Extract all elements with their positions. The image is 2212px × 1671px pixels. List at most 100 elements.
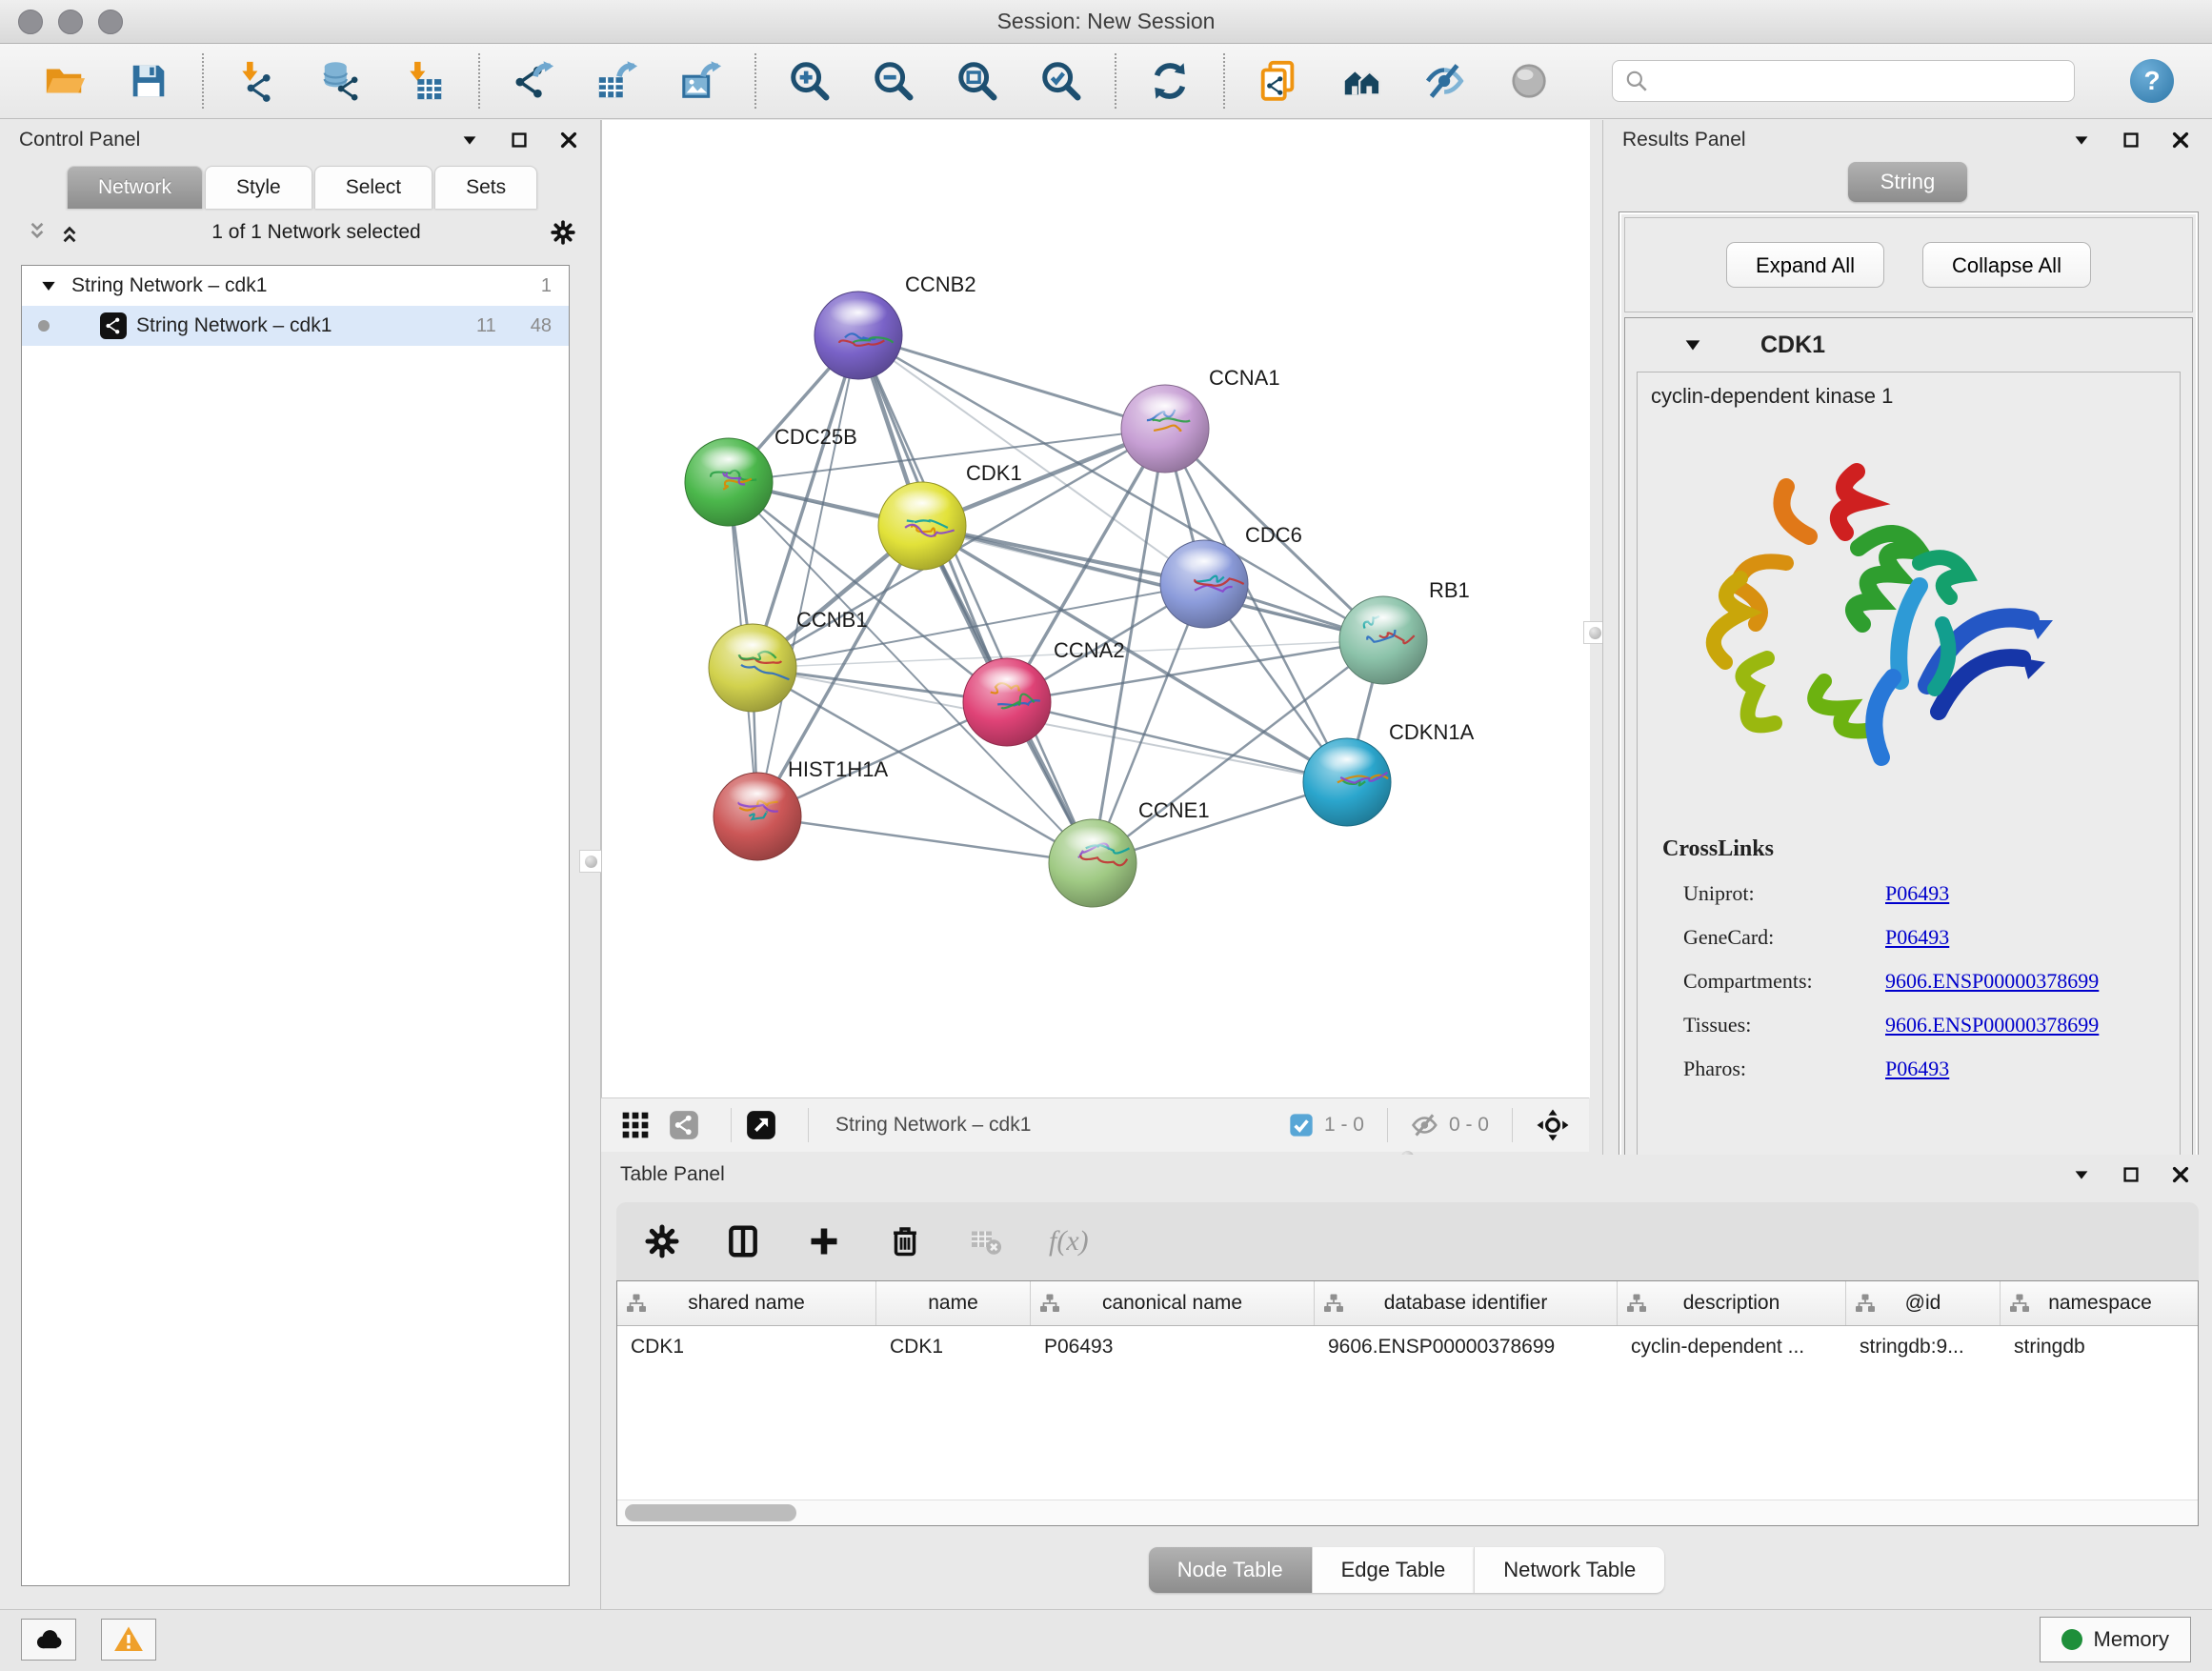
first-neighbors-button[interactable] xyxy=(1340,59,1384,103)
crosslink-link[interactable]: P06493 xyxy=(1885,925,1949,949)
network-row[interactable]: String Network – cdk1 11 48 xyxy=(22,306,569,346)
column-header-name[interactable]: name xyxy=(876,1281,1031,1325)
zoom-out-button[interactable] xyxy=(872,59,915,103)
node-RB1[interactable] xyxy=(1339,596,1427,684)
table-row[interactable]: CDK1CDK1P064939606.ENSP00000378699cyclin… xyxy=(617,1326,2198,1368)
search-input[interactable] xyxy=(1657,69,2062,93)
tab-node-table[interactable]: Node Table xyxy=(1149,1547,1312,1593)
column-header-shared-name[interactable]: shared name xyxy=(617,1281,876,1325)
open-session-button[interactable] xyxy=(43,59,87,103)
node-CCNB1[interactable] xyxy=(709,624,796,712)
save-session-button[interactable] xyxy=(127,59,171,103)
column-header-database-identifier[interactable]: database identifier xyxy=(1315,1281,1618,1325)
results-float-icon[interactable] xyxy=(2119,128,2143,152)
tab-select[interactable]: Select xyxy=(314,166,432,209)
node-CDC25B[interactable] xyxy=(685,438,773,526)
table-menu-icon[interactable] xyxy=(2069,1162,2094,1187)
refresh-network-button[interactable] xyxy=(1148,59,1192,103)
toolbar-separator xyxy=(1223,53,1225,109)
zoom-fit-button[interactable] xyxy=(955,59,999,103)
tab-network[interactable]: Network xyxy=(67,166,203,209)
import-network-file-button[interactable] xyxy=(235,59,279,103)
table-close-icon[interactable] xyxy=(2168,1162,2193,1187)
import-table-file-button[interactable] xyxy=(403,59,447,103)
crosslink-link[interactable]: 9606.ENSP00000378699 xyxy=(1885,969,2099,993)
column-header-canonical-name[interactable]: canonical name xyxy=(1031,1281,1315,1325)
export-table-button[interactable] xyxy=(595,59,639,103)
table-cell[interactable]: CDK1 xyxy=(617,1336,876,1359)
node-CDC6[interactable] xyxy=(1160,540,1248,628)
expand-all-networks-icon[interactable] xyxy=(57,220,82,245)
table-cell[interactable]: CDK1 xyxy=(876,1336,1031,1359)
left-splitter-handle[interactable] xyxy=(579,850,602,873)
expand-all-button[interactable]: Expand All xyxy=(1726,242,1884,288)
hidden-eye-slash-icon[interactable] xyxy=(1411,1111,1439,1139)
panel-float-icon[interactable] xyxy=(507,128,532,152)
collapse-all-networks-icon[interactable] xyxy=(25,220,50,245)
close-window-button[interactable] xyxy=(18,10,43,34)
crosslink-link[interactable]: 9606.ENSP00000378699 xyxy=(1885,1013,2099,1037)
column-header--id[interactable]: @id xyxy=(1846,1281,2001,1325)
search-box[interactable] xyxy=(1612,60,2075,102)
cloud-button[interactable] xyxy=(21,1619,76,1661)
node-CCNB2[interactable] xyxy=(814,292,902,379)
gear-icon[interactable] xyxy=(551,220,575,245)
tab-sets[interactable]: Sets xyxy=(434,166,537,209)
table-cell[interactable]: stringdb xyxy=(2001,1336,2199,1359)
network-view[interactable]: CCNB2CCNA1CDC25BCDK1CDC6RB1CCNB1CCNA2CDK… xyxy=(601,120,1590,1097)
table-settings-gear-icon[interactable] xyxy=(645,1224,679,1258)
protein-section-header[interactable]: CDK1 xyxy=(1625,318,2192,372)
network-collection-row[interactable]: String Network – cdk1 1 xyxy=(22,266,569,306)
tab-network-table[interactable]: Network Table xyxy=(1474,1547,1664,1593)
node-HIST1H1A[interactable] xyxy=(714,773,801,860)
column-header-description[interactable]: description xyxy=(1618,1281,1846,1325)
minimize-window-button[interactable] xyxy=(58,10,83,34)
collapse-all-button[interactable]: Collapse All xyxy=(1922,242,2091,288)
export-image-button[interactable] xyxy=(679,59,723,103)
delete-table-icon[interactable] xyxy=(969,1224,1003,1258)
maximize-window-button[interactable] xyxy=(98,10,123,34)
node-CCNA2[interactable] xyxy=(963,658,1051,746)
export-network-button[interactable] xyxy=(512,59,555,103)
birdseye-view-icon[interactable] xyxy=(1536,1108,1570,1142)
node-CCNA1[interactable] xyxy=(1121,385,1209,473)
table-float-icon[interactable] xyxy=(2119,1162,2143,1187)
tab-style[interactable]: Style xyxy=(205,166,312,209)
show-all-button[interactable] xyxy=(1508,59,1552,103)
warnings-button[interactable] xyxy=(101,1619,156,1661)
help-button[interactable]: ? xyxy=(2130,59,2174,103)
node-CDK1[interactable] xyxy=(878,482,966,570)
add-column-icon[interactable] xyxy=(807,1224,841,1258)
crosslink-link[interactable]: P06493 xyxy=(1885,881,1949,905)
table-cell[interactable]: 9606.ENSP00000378699 xyxy=(1315,1336,1618,1359)
table-cell[interactable]: P06493 xyxy=(1031,1336,1315,1359)
tab-string[interactable]: String xyxy=(1848,162,1967,202)
results-menu-icon[interactable] xyxy=(2069,128,2094,152)
table-cell[interactable]: cyclin-dependent ... xyxy=(1618,1336,1846,1359)
zoom-selected-button[interactable] xyxy=(1039,59,1083,103)
function-builder-icon[interactable]: f(x) xyxy=(1049,1225,1089,1258)
collection-expander-icon[interactable] xyxy=(39,276,58,295)
network-share-icon[interactable] xyxy=(668,1109,700,1141)
protein-expander-icon[interactable] xyxy=(1682,334,1703,355)
select-columns-icon[interactable] xyxy=(725,1223,761,1259)
tab-edge-table[interactable]: Edge Table xyxy=(1312,1547,1475,1593)
column-header-namespace[interactable]: namespace xyxy=(2001,1281,2199,1325)
crosslink-link[interactable]: P06493 xyxy=(1885,1057,1949,1080)
delete-column-trash-icon[interactable] xyxy=(887,1223,923,1259)
table-cell[interactable]: stringdb:9... xyxy=(1846,1336,2001,1359)
hide-selected-button[interactable] xyxy=(1424,59,1468,103)
results-close-icon[interactable] xyxy=(2168,128,2193,152)
open-in-window-icon[interactable] xyxy=(745,1109,777,1141)
table-scrollbar-thumb[interactable] xyxy=(625,1504,796,1521)
selected-checkbox-icon[interactable] xyxy=(1288,1112,1315,1138)
new-network-from-selection-button[interactable] xyxy=(1257,59,1300,103)
grid-view-icon[interactable] xyxy=(620,1110,651,1140)
import-network-database-button[interactable] xyxy=(319,59,363,103)
memory-button[interactable]: Memory xyxy=(2040,1617,2191,1662)
node-CDKN1A[interactable] xyxy=(1303,738,1391,826)
panel-close-icon[interactable] xyxy=(556,128,581,152)
zoom-in-button[interactable] xyxy=(788,59,832,103)
panel-menu-icon[interactable] xyxy=(457,128,482,152)
node-CCNE1[interactable] xyxy=(1049,819,1136,907)
